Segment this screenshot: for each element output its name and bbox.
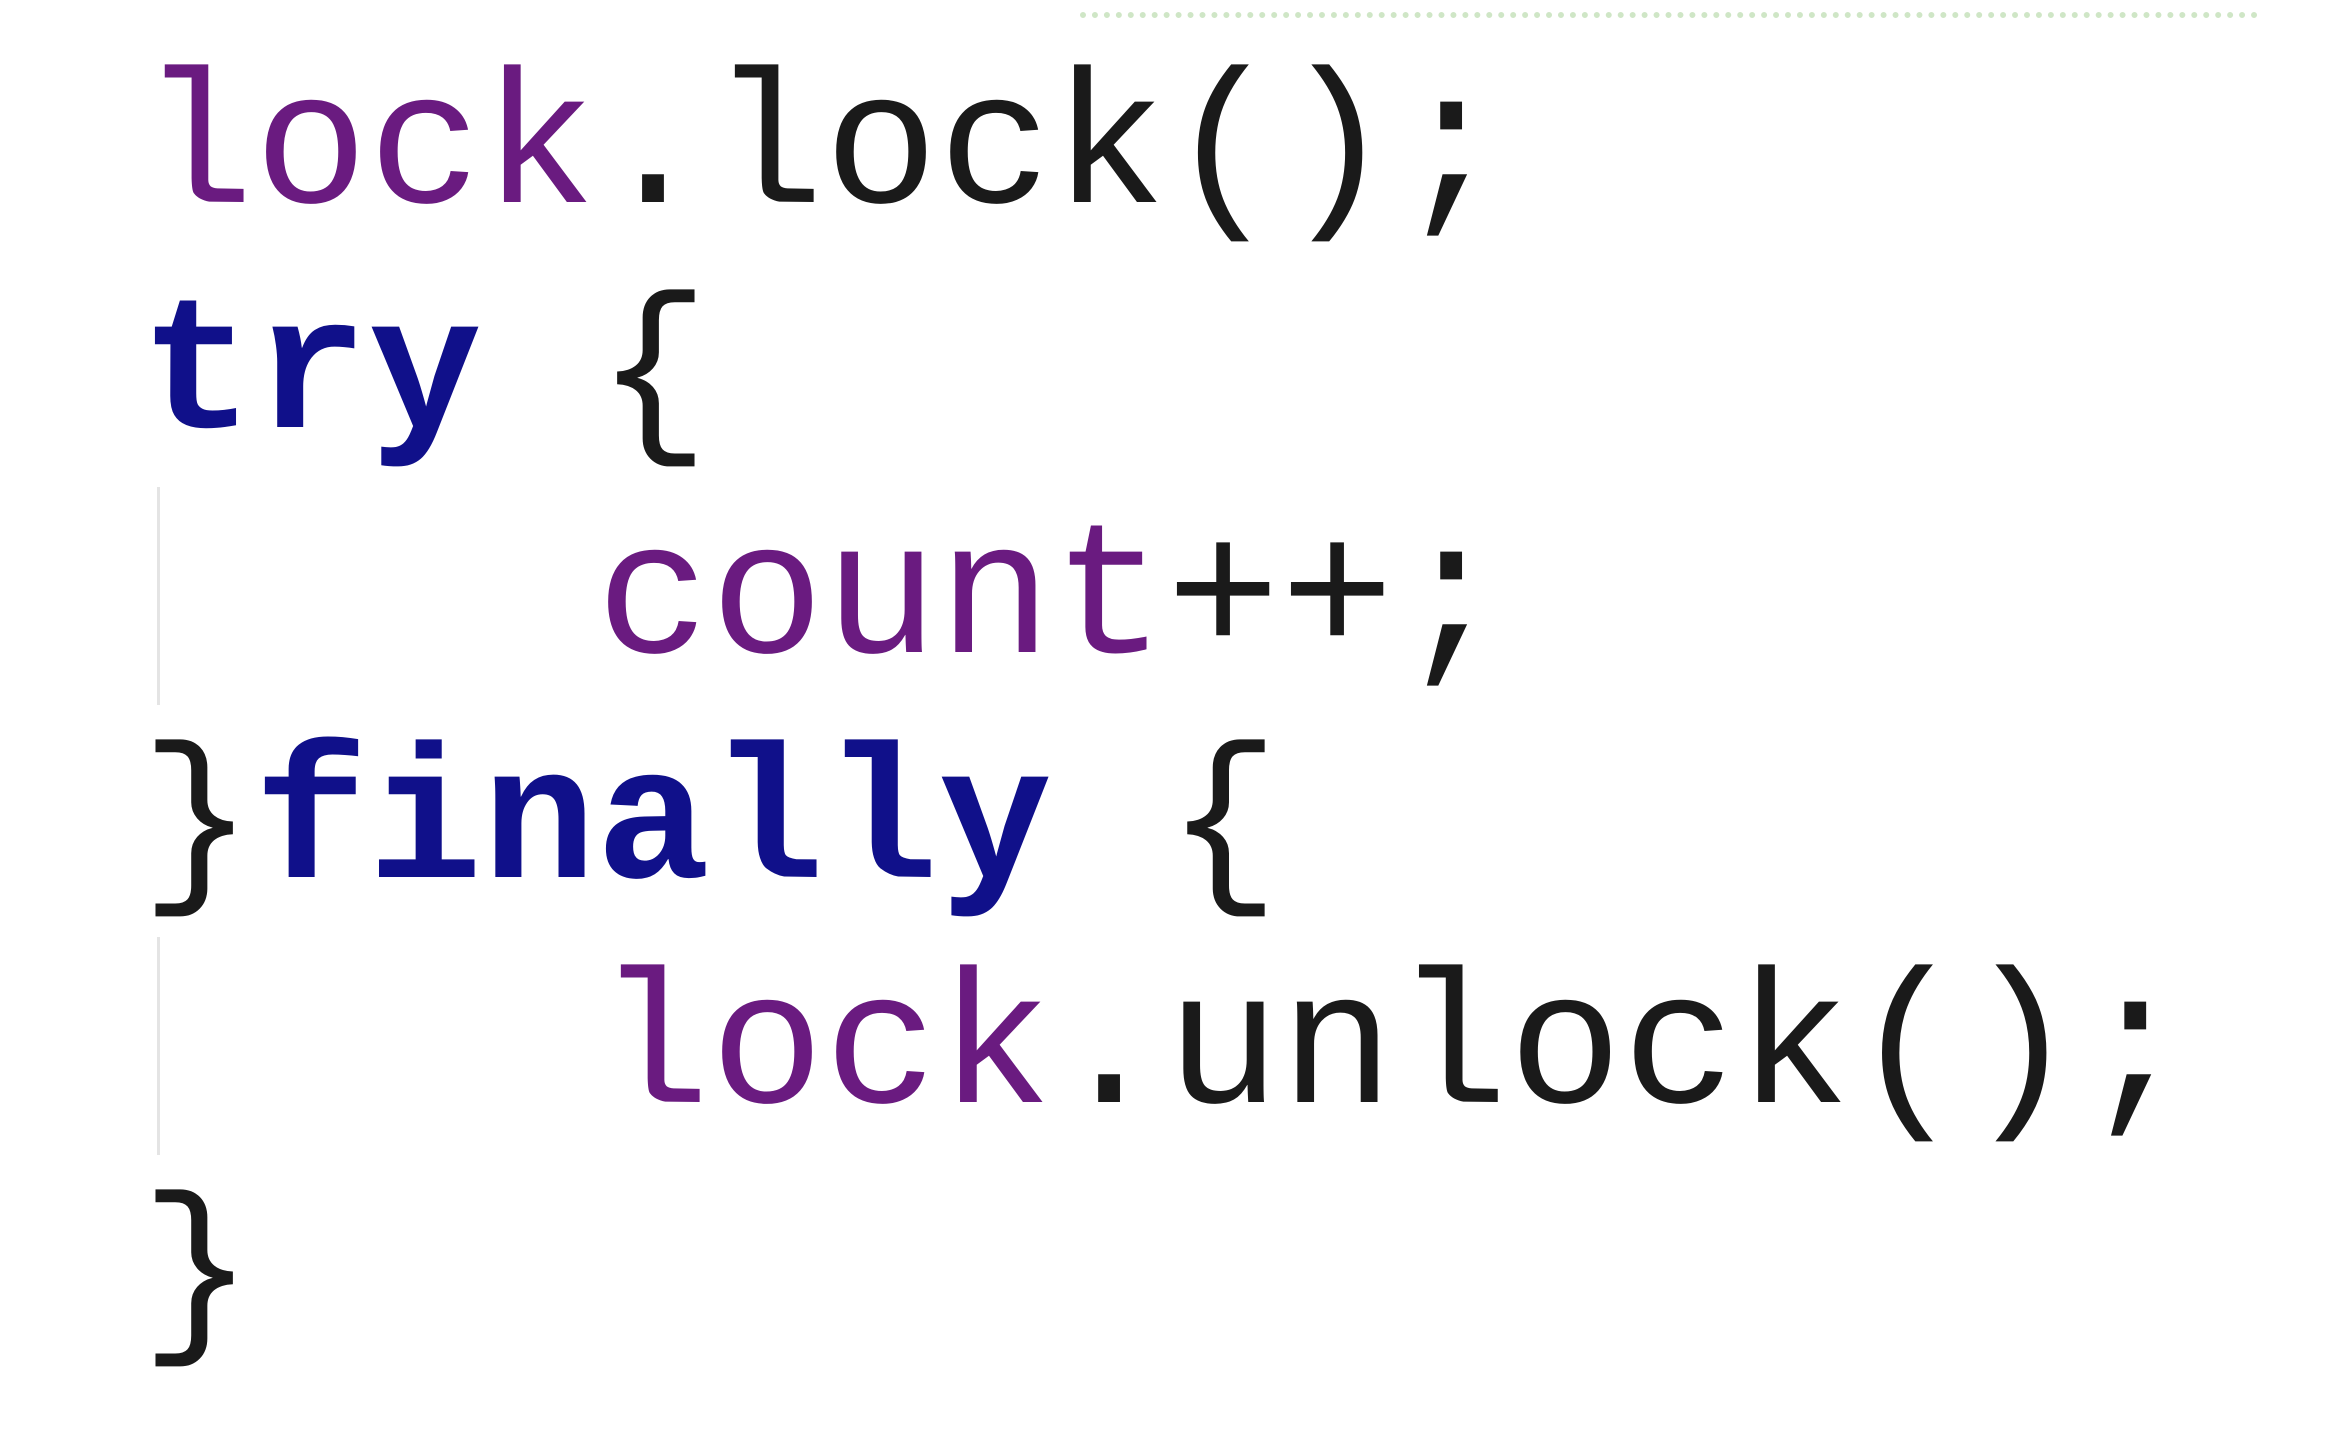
code-line-6[interactable]: } bbox=[140, 1165, 254, 1390]
code-token: .unlock(); bbox=[1052, 945, 2193, 1160]
highlight-underline bbox=[1080, 12, 2258, 18]
keyword-token: try bbox=[140, 270, 483, 485]
keyword-token: finally bbox=[254, 720, 1053, 935]
code-line-4[interactable]: }finally { bbox=[140, 715, 1280, 940]
code-line-3[interactable]: count++; bbox=[140, 490, 1508, 715]
code-token: { bbox=[1052, 720, 1281, 935]
code-line-1[interactable]: lock.lock(); bbox=[140, 40, 1508, 265]
code-token: } bbox=[140, 720, 255, 935]
code-token: ++; bbox=[1166, 495, 1509, 710]
variable-token: lock bbox=[140, 45, 597, 260]
code-token: .lock(); bbox=[596, 45, 1509, 260]
code-token: } bbox=[140, 1170, 255, 1385]
code-line-5[interactable]: lock.unlock(); bbox=[140, 940, 2192, 1165]
variable-token: lock bbox=[596, 945, 1053, 1160]
code-token: { bbox=[482, 270, 711, 485]
variable-token: count bbox=[596, 495, 1167, 710]
code-line-2[interactable]: try { bbox=[140, 265, 710, 490]
